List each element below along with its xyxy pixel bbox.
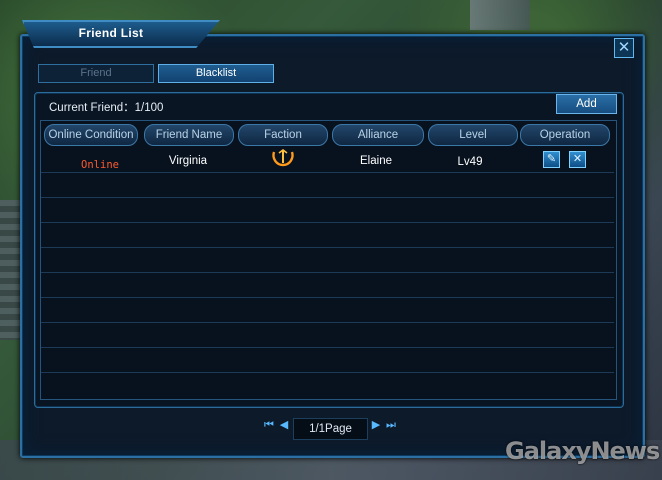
tab-friend[interactable]: Friend — [38, 64, 154, 83]
last-page-icon: ⏭ — [386, 419, 396, 431]
delete-friend-button[interactable]: ✕ — [569, 151, 586, 168]
window-title-tab: Friend List — [22, 20, 220, 48]
column-header-operation[interactable]: Operation — [520, 124, 610, 146]
alliance-name: Elaine — [360, 155, 392, 167]
row-divider — [41, 297, 614, 298]
row-divider — [41, 372, 614, 373]
column-header-level[interactable]: Level — [428, 124, 518, 146]
close-button[interactable]: ✕ — [614, 38, 634, 58]
first-page-icon: ⏮ — [264, 419, 274, 431]
column-header-online-condition[interactable]: Online Condition — [44, 124, 138, 146]
column-header-friend-name[interactable]: Friend Name — [144, 124, 234, 146]
current-friend-count: Current Friend：1/100 — [49, 102, 164, 114]
row-divider — [41, 272, 614, 273]
prev-page-icon: ◀ — [279, 419, 289, 431]
page-indicator: 1/1Page — [293, 418, 368, 440]
edit-icon: ✎ — [546, 153, 557, 165]
next-page-button[interactable]: ▶ — [369, 418, 383, 432]
row-divider — [41, 197, 614, 198]
faction-emblem-icon — [272, 149, 294, 167]
row-divider — [41, 247, 614, 248]
row-divider — [41, 172, 614, 173]
row-divider — [41, 222, 614, 223]
last-page-button[interactable]: ⏭ — [384, 418, 398, 432]
column-header-faction[interactable]: Faction — [238, 124, 328, 146]
close-icon: ✕ — [617, 39, 631, 56]
window-title: Friend List — [78, 26, 144, 40]
friend-level: Lv49 — [457, 156, 483, 168]
next-page-icon: ▶ — [371, 419, 381, 431]
add-friend-button[interactable]: Add — [556, 94, 617, 114]
friend-name: Virginia — [168, 155, 208, 167]
background-structure — [0, 200, 22, 340]
row-divider — [41, 347, 614, 348]
online-status: Online — [81, 159, 119, 171]
tab-blacklist[interactable]: Blacklist — [158, 64, 274, 83]
column-header-alliance[interactable]: Alliance — [332, 124, 424, 146]
watermark-logo: GalaxyNews — [505, 437, 660, 465]
row-divider — [41, 322, 614, 323]
background-structure — [470, 0, 530, 30]
first-page-button[interactable]: ⏮ — [262, 418, 276, 432]
prev-page-button[interactable]: ◀ — [277, 418, 291, 432]
delete-icon: ✕ — [572, 153, 583, 165]
edit-friend-button[interactable]: ✎ — [543, 151, 560, 168]
